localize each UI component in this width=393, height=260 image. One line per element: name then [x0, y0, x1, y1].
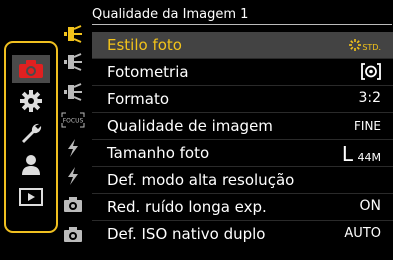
person-icon — [22, 155, 40, 175]
menu-item-photo-style[interactable]: Estilo foto STD. — [92, 32, 393, 58]
menu-item-label: Estilo foto — [107, 36, 182, 54]
photo-style-icon — [64, 25, 82, 43]
menu-item-label: Def. ISO nativo duplo — [107, 225, 266, 243]
menu-item-picture-size[interactable]: Tamanho foto L 44M — [92, 140, 393, 166]
tab-playback[interactable] — [12, 183, 50, 211]
subtab-image-quality-2[interactable] — [60, 52, 86, 72]
photo-style-icon — [64, 53, 82, 71]
flash-icon — [68, 139, 78, 157]
subtab-image-quality-3[interactable] — [60, 82, 86, 102]
menu-item-label: Tamanho foto — [107, 144, 210, 162]
camera-small-icon — [64, 197, 82, 212]
main-tab-column — [4, 41, 58, 233]
dual-native-iso-value: AUTO — [344, 226, 381, 241]
metering-value — [361, 63, 381, 84]
flash-icon — [68, 167, 78, 185]
menu-item-label: Def. modo alta resolução — [107, 171, 295, 189]
tab-camera[interactable] — [12, 55, 50, 83]
focus-icon: FOCUS — [61, 112, 85, 128]
subtab-flash-2[interactable] — [60, 166, 86, 186]
menu-item-label: Qualidade de imagem — [107, 117, 273, 135]
subtab-image-quality-1[interactable] — [60, 24, 86, 44]
long-exposure-nr-value: ON — [359, 198, 382, 214]
tab-custom[interactable] — [12, 87, 50, 115]
subtab-camera-2[interactable] — [60, 224, 86, 244]
menu-item-dual-native-iso[interactable]: Def. ISO nativo duplo AUTO — [92, 221, 393, 247]
tab-setup[interactable] — [12, 119, 50, 147]
menu-item-high-resolution-mode[interactable]: Def. modo alta resolução — [92, 167, 393, 193]
playback-icon — [19, 188, 43, 206]
gear-icon — [20, 90, 42, 112]
sub-tab-column: FOCUS — [60, 20, 86, 260]
camera-small-icon — [64, 227, 82, 242]
menu-item-image-quality[interactable]: Qualidade de imagem FINE — [92, 113, 393, 139]
aspect-ratio-value: 3:2 — [358, 90, 381, 106]
subtab-flash-1[interactable] — [60, 138, 86, 158]
subtab-camera-1[interactable] — [60, 194, 86, 214]
multi-metering-icon — [361, 63, 381, 80]
camera-icon — [19, 60, 43, 78]
wrench-icon — [22, 123, 42, 143]
menu-item-metering[interactable]: Fotometria — [92, 59, 393, 85]
menu-item-label: Red. ruído longa exp. — [107, 198, 267, 216]
menu-item-label: Fotometria — [107, 63, 189, 81]
photo-style-std-icon — [349, 39, 362, 51]
photo-style-value: STD. — [348, 38, 381, 54]
svg-text:FOCUS: FOCUS — [63, 118, 84, 125]
picture-size-value: L 44M — [341, 142, 381, 166]
tab-mymenu[interactable] — [12, 151, 50, 179]
menu-page-title: Qualidade da Imagem 1 — [92, 7, 249, 22]
camera-menu-screen: FOCUS Qualidade da Imagem 1 Estilo foto … — [0, 0, 393, 260]
image-quality-value: FINE — [354, 119, 381, 133]
menu-item-label: Formato — [107, 90, 170, 108]
subtab-focus[interactable]: FOCUS — [60, 110, 86, 130]
title-divider — [92, 24, 392, 25]
menu-item-long-exposure-nr[interactable]: Red. ruído longa exp. ON — [92, 194, 393, 220]
photo-style-icon — [64, 83, 82, 101]
menu-item-aspect-ratio[interactable]: Formato 3:2 — [92, 86, 393, 112]
